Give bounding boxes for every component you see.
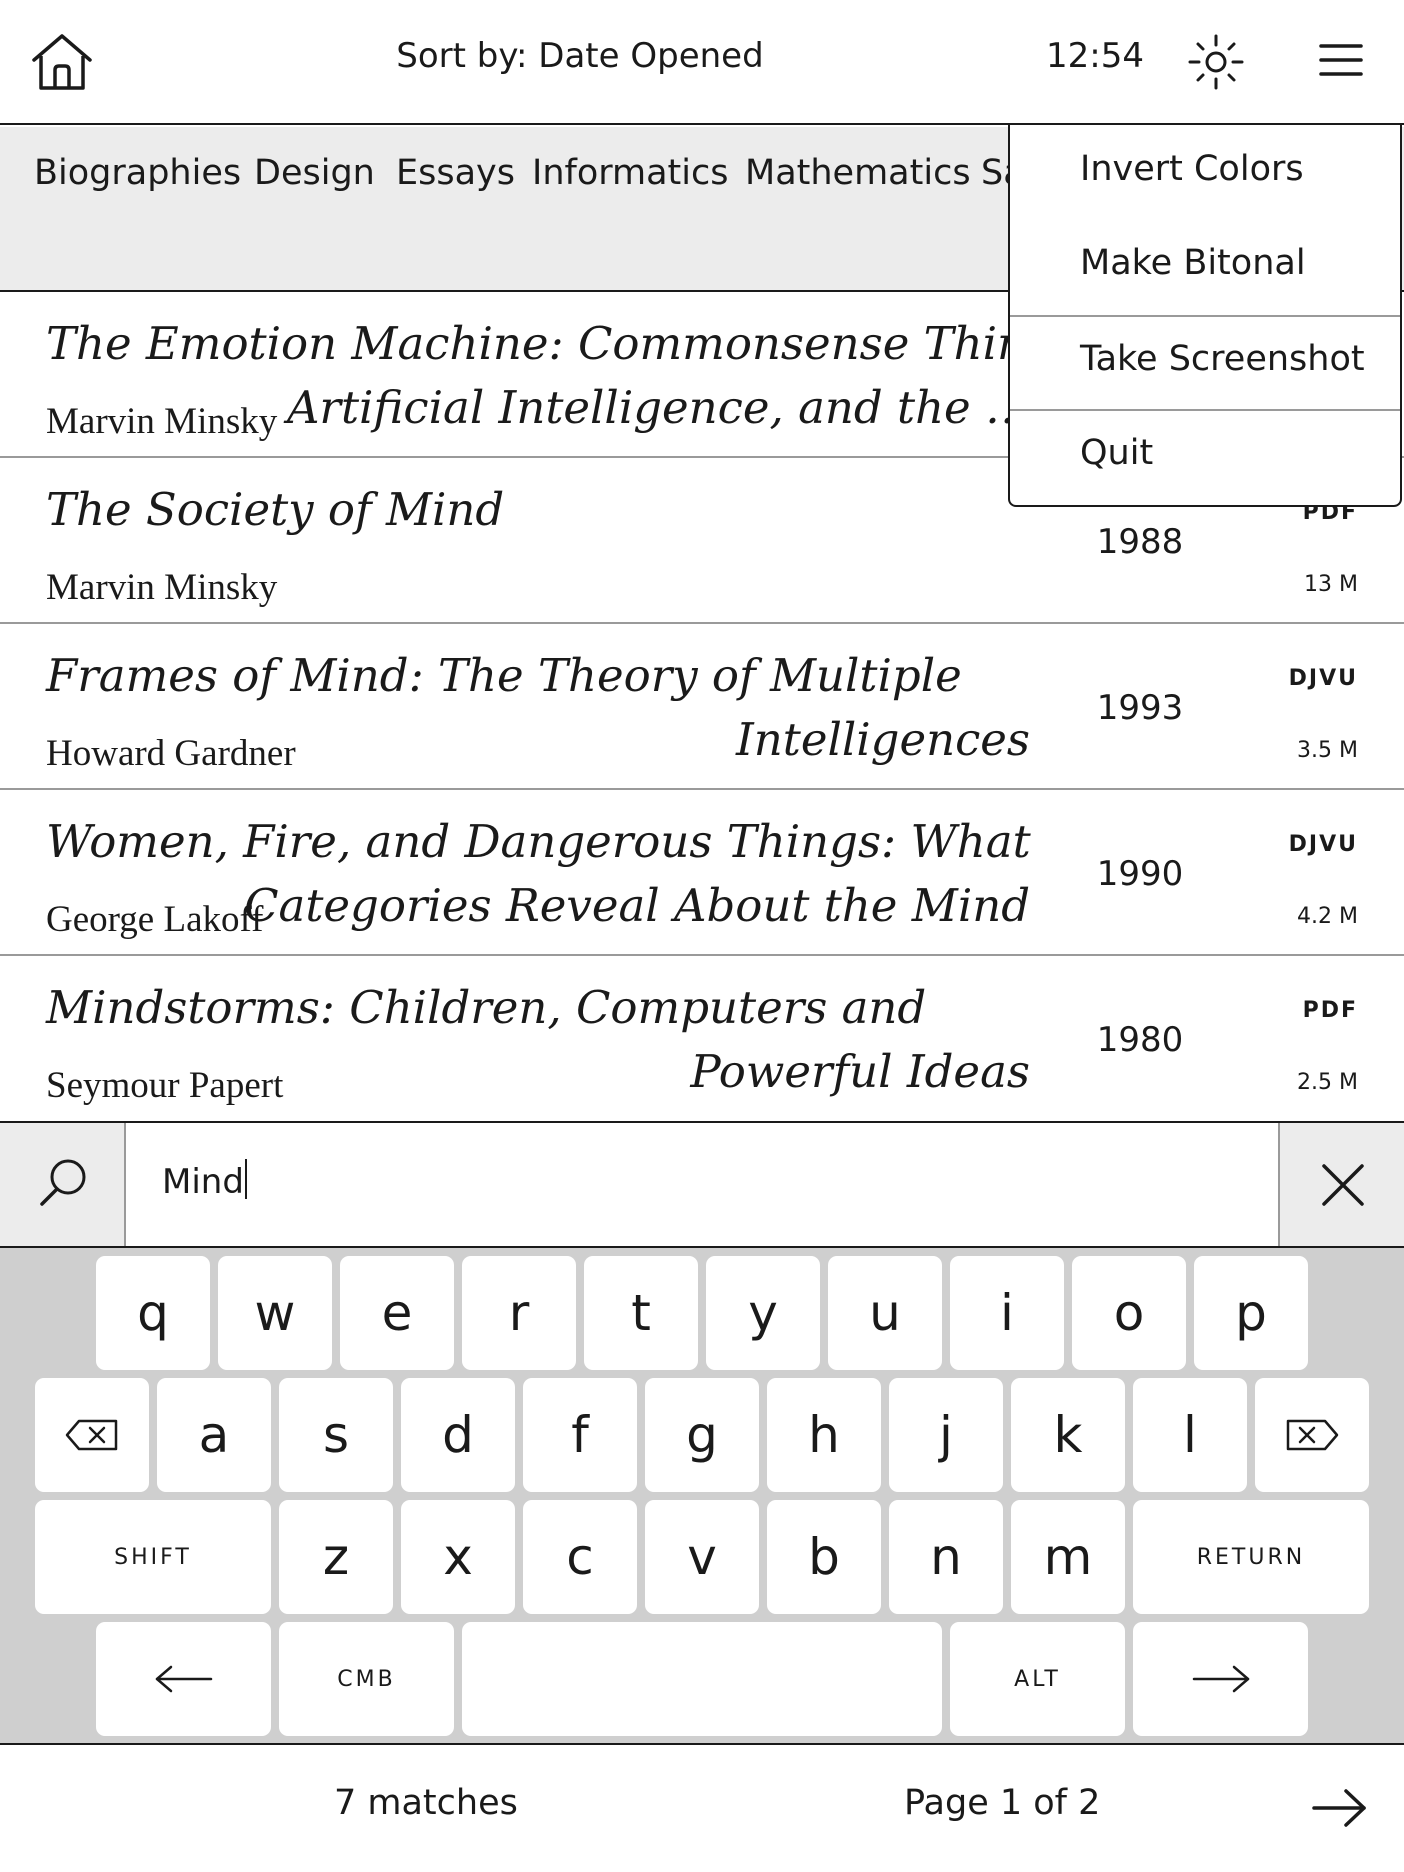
- key-j[interactable]: j: [889, 1378, 1003, 1492]
- key-p[interactable]: p: [1194, 1256, 1308, 1370]
- book-author: Marvin Minsky: [46, 401, 278, 442]
- category-design[interactable]: Design: [254, 153, 375, 193]
- menu-item-invert-colors[interactable]: Invert Colors: [1010, 149, 1400, 189]
- key-x[interactable]: x: [401, 1500, 515, 1614]
- book-title-continued: Intelligences: [736, 713, 1030, 766]
- book-title: The Emotion Machine: Commonsense Thinkin…: [46, 317, 1140, 370]
- menu-separator: [1010, 409, 1400, 411]
- book-author: Howard Gardner: [46, 733, 296, 774]
- book-title: Women, Fire, and Dangerous Things: What: [46, 815, 1031, 868]
- key-c[interactable]: c: [523, 1500, 637, 1614]
- key-b[interactable]: b: [767, 1500, 881, 1614]
- backspace-icon[interactable]: [35, 1378, 149, 1492]
- main-menu-popup: Invert Colors Make Bitonal Take Screensh…: [1008, 125, 1402, 507]
- book-author: Marvin Minsky: [46, 567, 278, 608]
- book-size: 13 M: [1304, 572, 1358, 597]
- book-format: DJVU: [1288, 832, 1358, 857]
- book-title: The Society of Mind: [46, 483, 505, 536]
- book-year: 1990: [1096, 854, 1184, 894]
- menu-separator: [1010, 315, 1400, 317]
- key-l[interactable]: l: [1133, 1378, 1247, 1492]
- book-title: Mindstorms: Children, Computers and: [46, 981, 927, 1034]
- home-icon[interactable]: [30, 32, 94, 92]
- book-title-continued: Categories Reveal About the Mind: [244, 879, 1030, 932]
- search-input-value: Mind: [162, 1162, 244, 1202]
- key-a[interactable]: a: [157, 1378, 271, 1492]
- search-icon[interactable]: [0, 1123, 126, 1246]
- key-s[interactable]: s: [279, 1378, 393, 1492]
- key-r[interactable]: r: [462, 1256, 576, 1370]
- category-informatics[interactable]: Informatics: [532, 153, 728, 193]
- book-year: 1993: [1096, 688, 1184, 728]
- key-d[interactable]: d: [401, 1378, 515, 1492]
- book-row[interactable]: Mindstorms: Children, Computers and Powe…: [0, 956, 1404, 1122]
- space-key[interactable]: [462, 1622, 942, 1736]
- book-title-continued: Powerful Ideas: [690, 1045, 1030, 1098]
- book-format: DJVU: [1288, 666, 1358, 691]
- category-mathematics[interactable]: Mathematics: [745, 153, 971, 193]
- on-screen-keyboard: q w e r t y u i o p a s d f g h j k l SH…: [0, 1248, 1404, 1745]
- alt-key[interactable]: ALT: [950, 1622, 1125, 1736]
- book-format: PDF: [1302, 998, 1358, 1023]
- category-biographies[interactable]: Biographies: [34, 153, 241, 193]
- book-year: 1980: [1096, 1020, 1184, 1060]
- sun-icon[interactable]: [1186, 32, 1246, 92]
- hamburger-menu-icon[interactable]: [1318, 40, 1364, 80]
- key-t[interactable]: t: [584, 1256, 698, 1370]
- key-z[interactable]: z: [279, 1500, 393, 1614]
- key-u[interactable]: u: [828, 1256, 942, 1370]
- clock[interactable]: 12:54: [1040, 36, 1150, 76]
- sort-selector[interactable]: Sort by: Date Opened: [300, 36, 860, 76]
- book-size: 4.2 M: [1297, 904, 1358, 929]
- key-w[interactable]: w: [218, 1256, 332, 1370]
- return-key[interactable]: RETURN: [1133, 1500, 1369, 1614]
- book-author: George Lakoff: [46, 899, 264, 940]
- book-size: 2.5 M: [1297, 1070, 1358, 1095]
- key-o[interactable]: o: [1072, 1256, 1186, 1370]
- page-indicator[interactable]: Page 1 of 2: [904, 1783, 1100, 1823]
- close-icon[interactable]: [1278, 1123, 1404, 1246]
- match-count: 7 matches: [334, 1783, 518, 1823]
- key-q[interactable]: q: [96, 1256, 210, 1370]
- book-author: Seymour Papert: [46, 1065, 284, 1106]
- menu-item-take-screenshot[interactable]: Take Screenshot: [1010, 339, 1400, 379]
- arrow-left-icon[interactable]: [96, 1622, 271, 1736]
- book-row[interactable]: Women, Fire, and Dangerous Things: What …: [0, 790, 1404, 956]
- key-y[interactable]: y: [706, 1256, 820, 1370]
- book-size: 3.5 M: [1297, 738, 1358, 763]
- key-f[interactable]: f: [523, 1378, 637, 1492]
- search-bar: Mind: [0, 1121, 1404, 1248]
- book-year: 1988: [1096, 522, 1184, 562]
- menu-item-make-bitonal[interactable]: Make Bitonal: [1010, 243, 1400, 283]
- book-title-continued: Artificial Intelligence, and the …: [286, 381, 1030, 434]
- key-m[interactable]: m: [1011, 1500, 1125, 1614]
- key-v[interactable]: v: [645, 1500, 759, 1614]
- top-bar: Sort by: Date Opened 12:54: [0, 0, 1404, 125]
- search-input[interactable]: Mind: [162, 1159, 247, 1202]
- bottom-bar: 7 matches Page 1 of 2: [0, 1745, 1404, 1872]
- arrow-right-icon[interactable]: [1310, 1783, 1370, 1833]
- key-k[interactable]: k: [1011, 1378, 1125, 1492]
- key-h[interactable]: h: [767, 1378, 881, 1492]
- book-title: Frames of Mind: The Theory of Multiple: [46, 649, 962, 702]
- key-i[interactable]: i: [950, 1256, 1064, 1370]
- cmb-key[interactable]: CMB: [279, 1622, 454, 1736]
- shift-key[interactable]: SHIFT: [35, 1500, 271, 1614]
- arrow-right-icon[interactable]: [1133, 1622, 1308, 1736]
- text-cursor: [244, 1159, 247, 1199]
- key-e[interactable]: e: [340, 1256, 454, 1370]
- key-n[interactable]: n: [889, 1500, 1003, 1614]
- category-essays[interactable]: Essays: [396, 153, 515, 193]
- key-g[interactable]: g: [645, 1378, 759, 1492]
- book-row[interactable]: Frames of Mind: The Theory of Multiple I…: [0, 624, 1404, 790]
- delete-forward-icon[interactable]: [1255, 1378, 1369, 1492]
- menu-item-quit[interactable]: Quit: [1010, 433, 1400, 473]
